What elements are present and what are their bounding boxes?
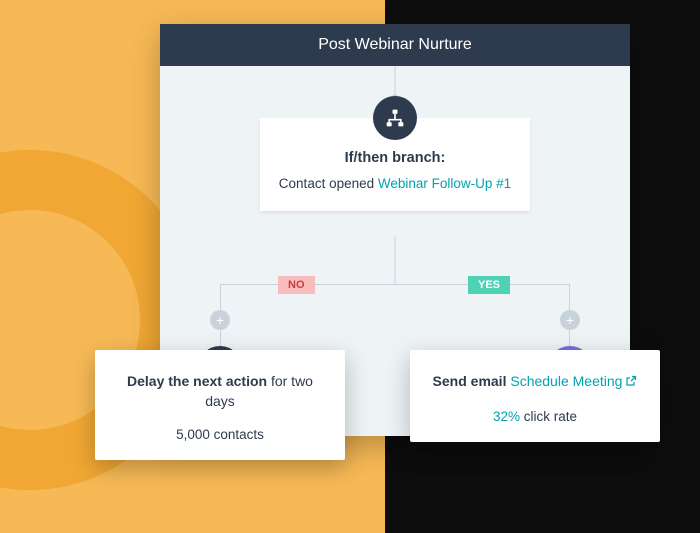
connector-line — [395, 236, 396, 284]
branch-card[interactable]: If/then branch: Contact opened Webinar F… — [260, 118, 530, 211]
email-step-card[interactable]: Send email Schedule Meeting 32% click ra… — [410, 350, 660, 442]
delay-step-title-bold: Delay the next action — [127, 373, 267, 389]
sitemap-icon — [373, 96, 417, 140]
branch-desc-prefix: Contact opened — [279, 176, 378, 191]
email-step-title-bold: Send email — [433, 373, 511, 389]
email-step-title: Send email Schedule Meeting — [426, 372, 644, 393]
email-step-sub: 32% click rate — [426, 409, 644, 424]
connector-line — [395, 66, 396, 96]
connector-line — [220, 284, 570, 285]
external-link-icon — [625, 373, 637, 393]
email-step-link[interactable]: Schedule Meeting — [510, 373, 622, 389]
branch-badge-no: NO — [278, 276, 315, 294]
panel-title: Post Webinar Nurture — [160, 24, 630, 66]
branch-desc-link[interactable]: Webinar Follow-Up #1 — [378, 176, 511, 191]
branch-title: If/then branch: — [276, 150, 514, 166]
delay-step-card[interactable]: Delay the next action for two days 5,000… — [95, 350, 345, 460]
branch-badge-yes: YES — [468, 276, 510, 294]
add-step-button[interactable]: + — [210, 310, 230, 330]
email-step-metric: 32% — [493, 409, 520, 424]
delay-step-sub: 5,000 contacts — [111, 427, 329, 442]
email-step-sub-rest: click rate — [520, 409, 577, 424]
add-step-button[interactable]: + — [560, 310, 580, 330]
branch-description: Contact opened Webinar Follow-Up #1 — [276, 176, 514, 191]
delay-step-title: Delay the next action for two days — [111, 372, 329, 411]
